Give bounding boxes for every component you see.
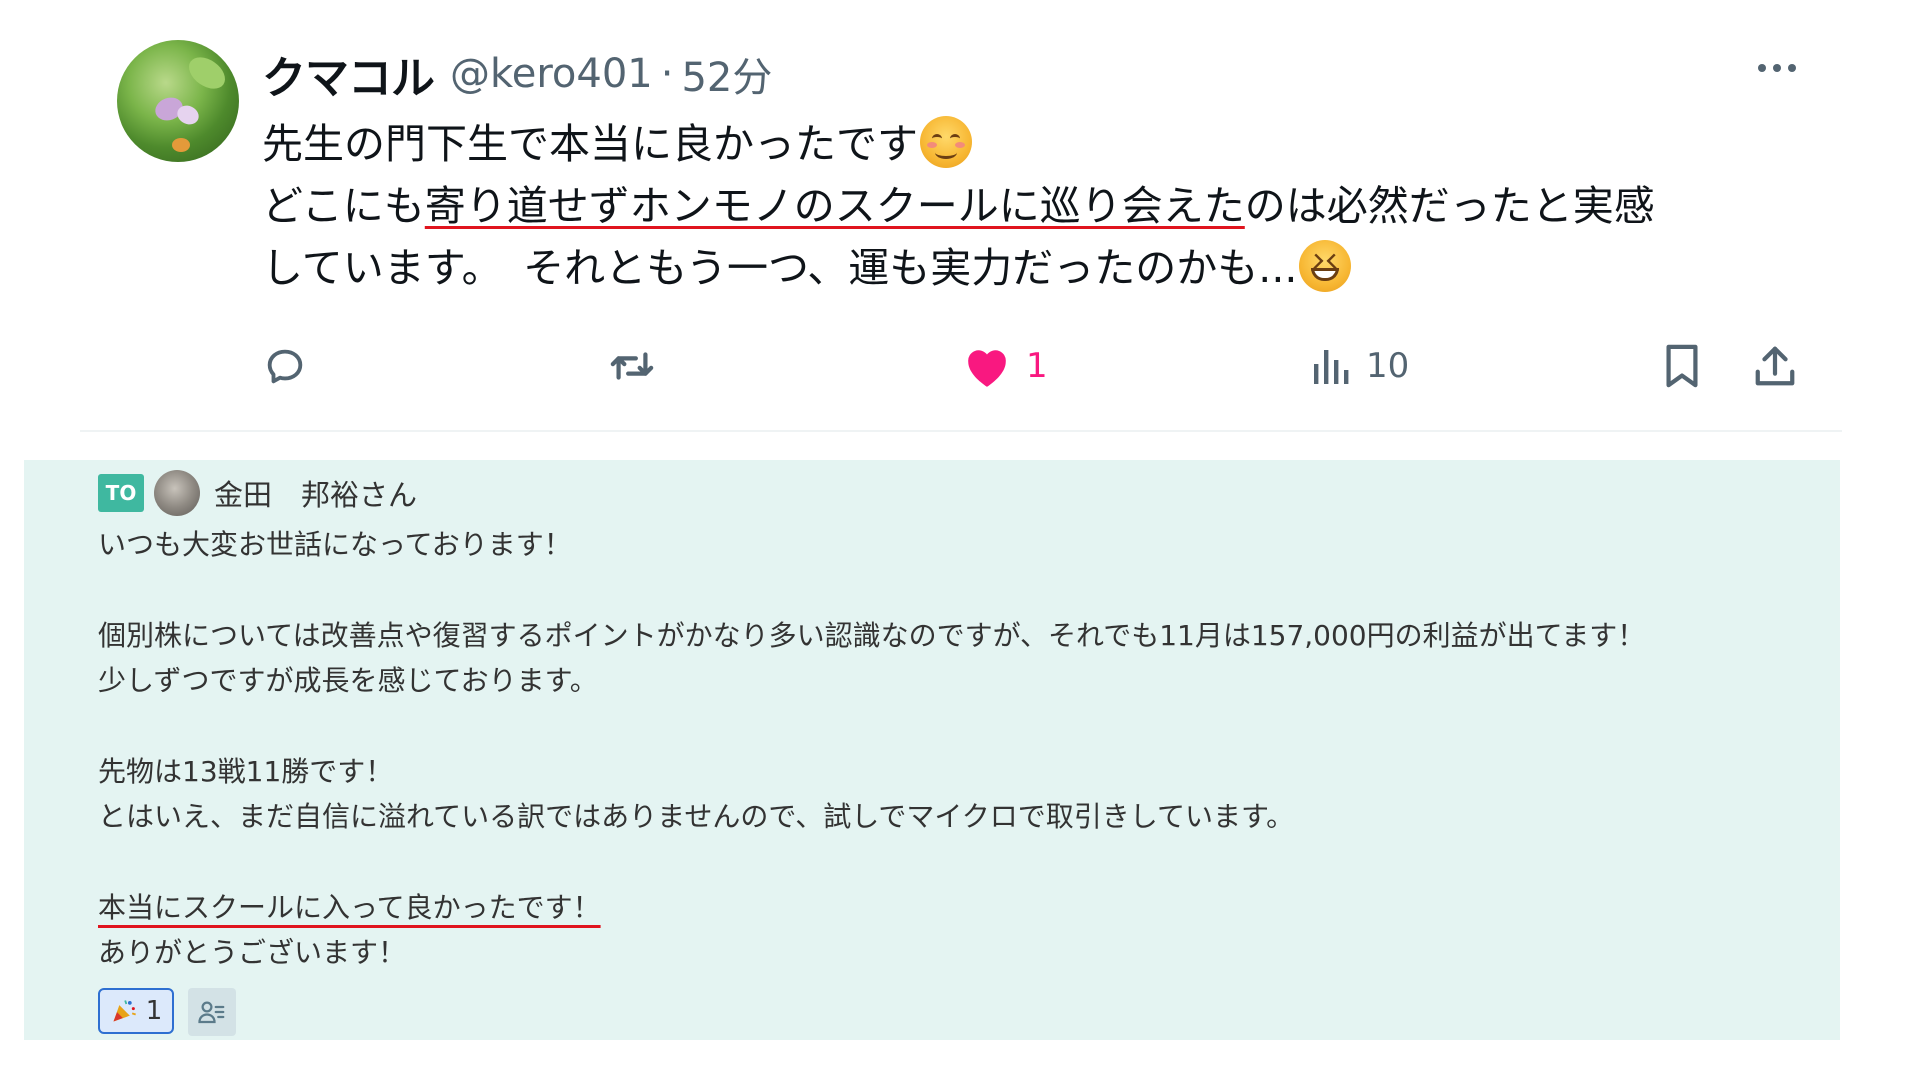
- reply-icon: [267, 349, 303, 384]
- message-body: いつも大変お世話になっております！ 個別株については改善点や復習するポイントがか…: [98, 522, 1818, 975]
- retweet-button[interactable]: [607, 338, 657, 394]
- tweet-header: クマコル @kero401 · 52分: [262, 44, 772, 104]
- tweet-line-3: しています。 それともう一つ、運も実力だったのかも...: [262, 237, 1802, 299]
- user-handle[interactable]: @kero401: [450, 51, 653, 97]
- user-avatar[interactable]: [117, 40, 239, 162]
- like-button[interactable]: 1: [962, 338, 1048, 394]
- tweet-text-segment: どこにも: [262, 182, 425, 230]
- message-line: とはいえ、まだ自信に溢れている訳ではありませんので、試しでマイクロで取引きしてい…: [98, 800, 1295, 833]
- share-icon: [1755, 346, 1795, 386]
- views-count: 10: [1366, 346, 1410, 386]
- to-badge: TO: [98, 474, 144, 512]
- sender-avatar[interactable]: [154, 470, 200, 516]
- tweet-text-segment: しています。 それともう一つ、運も実力だったのかも...: [262, 244, 1298, 292]
- tweet[interactable]: クマコル @kero401 · 52分 先生の門下生で本当に良かったです どこに…: [0, 0, 1900, 430]
- more-options-icon[interactable]: [1758, 64, 1796, 72]
- bookmark-icon: [1666, 344, 1698, 388]
- tweet-line-2: どこにも寄り道せずホンモノのスクールに巡り会えたのは必然だったと実感: [262, 175, 1802, 237]
- party-popper-icon: [113, 1000, 136, 1022]
- views-chart-icon: [1314, 350, 1349, 384]
- underlined-text: 本当にスクールに入って良かったです！: [98, 891, 601, 924]
- screenshot: クマコル @kero401 · 52分 先生の門下生で本当に良かったです どこに…: [0, 0, 1920, 1079]
- chat-message: TO 金田 邦裕さん いつも大変お世話になっております！ 個別株については改善点…: [24, 460, 1840, 1040]
- reaction-button[interactable]: 1: [98, 988, 174, 1034]
- reaction-users-button[interactable]: [188, 988, 236, 1036]
- reaction-row: 1: [98, 988, 236, 1036]
- message-line: いつも大変お世話になっております！: [98, 528, 572, 561]
- message-line: ありがとうございます！: [98, 936, 407, 969]
- tweet-actions: 1 10: [262, 338, 1822, 394]
- retweet-icon: [610, 352, 654, 380]
- message-line-underlined: 本当にスクールに入って良かったです！: [98, 885, 1818, 930]
- chat-header: TO 金田 邦裕さん: [98, 470, 417, 516]
- underlined-text: 寄り道せずホンモノのスクールに巡り会えた: [424, 182, 1245, 230]
- smiling-face-emoji-icon: [920, 116, 972, 168]
- reaction-count: 1: [145, 996, 163, 1026]
- sender-name[interactable]: 金田 邦裕さん: [214, 472, 417, 514]
- heart-icon: [968, 350, 1006, 387]
- tweet-line-1: 先生の門下生で本当に良かったです: [262, 113, 1802, 175]
- timestamp[interactable]: 52分: [681, 45, 772, 103]
- tweet-text-segment: 先生の門下生で本当に良かったです: [262, 120, 918, 168]
- tweet-text-segment: のは必然だったと実感: [1244, 182, 1655, 230]
- share-button[interactable]: [1752, 338, 1798, 394]
- message-line: 個別株については改善点や復習するポイントがかなり多い認識なのですが、それでも11…: [98, 619, 1646, 652]
- like-count: 1: [1026, 346, 1048, 386]
- display-name[interactable]: クマコル: [262, 42, 435, 106]
- grinning-squinting-face-emoji-icon: [1299, 240, 1352, 292]
- bookmark-button[interactable]: [1662, 338, 1702, 394]
- message-line: 先物は13戦11勝です！: [98, 755, 394, 788]
- views-button[interactable]: 10: [1312, 338, 1409, 394]
- user-list-icon: [198, 1001, 225, 1024]
- tweet-text: 先生の門下生で本当に良かったです どこにも寄り道せずホンモノのスクールに巡り会え…: [262, 113, 1802, 299]
- reply-button[interactable]: [262, 338, 308, 394]
- divider: [80, 430, 1842, 432]
- message-line: 少しずつですが成長を感じております。: [98, 664, 598, 697]
- separator: ·: [660, 51, 674, 97]
